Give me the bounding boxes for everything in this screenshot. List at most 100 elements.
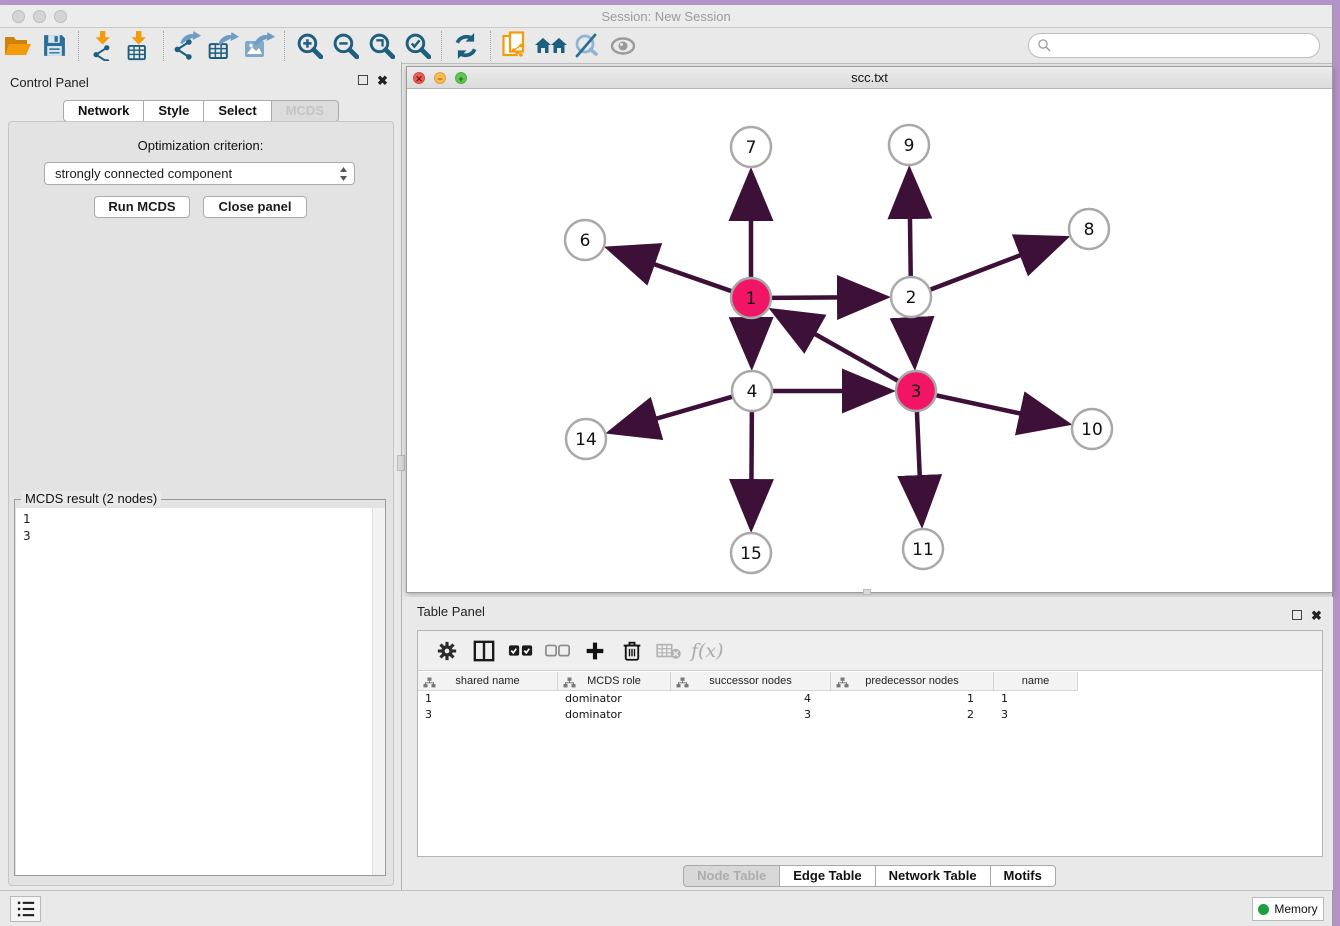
edge-4-14[interactable] [614, 397, 733, 431]
select-all-rows-icon[interactable] [502, 635, 539, 667]
zoom-in-icon[interactable] [291, 30, 327, 62]
show-all-icon[interactable] [605, 30, 641, 62]
clone-network-icon[interactable] [497, 30, 533, 62]
graph-node-7[interactable]: 7 [731, 127, 771, 167]
edge-1-6[interactable] [612, 250, 732, 292]
run-mcds-button[interactable]: Run MCDS [94, 196, 190, 218]
save-session-icon[interactable] [36, 30, 72, 62]
table-tab-motifs[interactable]: Motifs [991, 865, 1056, 887]
column-header-successor-nodes[interactable]: successor nodes [671, 672, 831, 691]
task-list-icon [16, 900, 36, 918]
control-tab-mcds[interactable]: MCDS [272, 100, 339, 122]
table-cell[interactable]: 1 [994, 691, 1078, 707]
edge-3-1[interactable] [776, 312, 898, 381]
toggle-panel-mode-icon[interactable] [465, 635, 502, 667]
float-icon [358, 75, 368, 85]
deselect-all-rows-icon[interactable] [539, 635, 576, 667]
delete-table-icon [650, 635, 687, 667]
column-header-shared-name[interactable]: shared name [418, 672, 558, 691]
table-cell[interactable]: 1 [831, 691, 994, 707]
graph-node-4[interactable]: 4 [732, 371, 772, 411]
result-scrollbar[interactable] [372, 508, 385, 875]
network-resize-handle[interactable] [863, 589, 871, 595]
delete-column-icon[interactable] [613, 635, 650, 667]
table-cell[interactable]: 3 [994, 707, 1078, 723]
control-tab-select[interactable]: Select [204, 100, 271, 122]
table-cell[interactable]: 3 [418, 707, 558, 723]
table-tab-node-table[interactable]: Node Table [683, 865, 780, 887]
table-tab-edge-table[interactable]: Edge Table [780, 865, 875, 887]
table-cell[interactable]: 3 [671, 707, 831, 723]
graph-node-9[interactable]: 9 [889, 125, 929, 165]
network-canvas[interactable]: 7 9 6 8 1 2 4 3 14 10 15 11 [407, 89, 1332, 592]
export-image-icon[interactable] [242, 30, 278, 62]
table-cell[interactable]: dominator [558, 691, 671, 707]
network-window-titlebar[interactable]: ✕ − + scc.txt [407, 67, 1332, 89]
search-input[interactable] [1057, 38, 1307, 53]
criterion-dropdown[interactable]: strongly connected component [44, 162, 355, 185]
table-options-icon[interactable] [428, 635, 465, 667]
mcds-result-line: 1 [23, 511, 385, 528]
network-graph: 7 9 6 8 1 2 4 3 14 10 15 11 [407, 89, 1332, 592]
table-cell[interactable]: 4 [671, 691, 831, 707]
column-header-MCDS-role[interactable]: MCDS role [558, 672, 671, 691]
column-header-name[interactable]: name [994, 672, 1078, 691]
graph-node-14[interactable]: 14 [566, 419, 606, 459]
zoom-fit-icon[interactable] [363, 30, 399, 62]
import-network-icon[interactable] [85, 30, 121, 62]
table-row[interactable]: 3dominator323 [418, 707, 1078, 723]
edge-4-15[interactable] [751, 411, 752, 524]
hide-selected-icon[interactable] [569, 30, 605, 62]
table-cell[interactable]: 1 [418, 691, 558, 707]
table-panel-close-button[interactable]: ✖ [1310, 609, 1323, 622]
table-tab-network-table[interactable]: Network Table [876, 865, 991, 887]
mcds-result-title: MCDS result (2 nodes) [21, 491, 161, 506]
mcds-result-list[interactable]: 13 [16, 508, 385, 875]
search-icon [1037, 38, 1052, 53]
control-panel-close-button[interactable]: ✖ [376, 74, 389, 87]
edge-2-9[interactable] [909, 174, 910, 277]
graph-node-11[interactable]: 11 [903, 529, 943, 569]
graph-node-6[interactable]: 6 [565, 220, 605, 260]
table-cell[interactable]: 2 [831, 707, 994, 723]
control-panel-tabs: NetworkStyleSelectMCDS [0, 100, 402, 122]
graph-node-10[interactable]: 10 [1072, 409, 1112, 449]
edge-3-11[interactable] [917, 411, 922, 520]
open-session-icon[interactable] [0, 30, 36, 62]
zoom-selected-icon[interactable] [399, 30, 435, 62]
graph-node-8[interactable]: 8 [1069, 209, 1109, 249]
control-tab-style[interactable]: Style [144, 100, 204, 122]
import-table-icon[interactable] [121, 30, 157, 62]
memory-button[interactable]: Memory [1252, 897, 1324, 921]
table-cell[interactable]: dominator [558, 707, 671, 723]
search-box[interactable] [1028, 33, 1320, 58]
graph-node-15[interactable]: 15 [731, 533, 771, 573]
graph-node-2[interactable]: 2 [891, 277, 931, 317]
column-header-label: predecessor nodes [865, 675, 959, 687]
node-label: 3 [911, 382, 922, 402]
table-row[interactable]: 1dominator411 [418, 691, 1078, 707]
graph-node-3[interactable]: 3 [896, 371, 936, 411]
refresh-network-icon[interactable] [448, 30, 484, 62]
edge-2-8[interactable] [930, 239, 1062, 290]
zoom-out-icon[interactable] [327, 30, 363, 62]
close-panel-button[interactable]: Close panel [203, 196, 307, 218]
edge-1-2[interactable] [771, 297, 882, 298]
add-column-icon[interactable] [576, 635, 613, 667]
edge-2-3[interactable] [912, 317, 914, 362]
first-neighbors-icon[interactable] [533, 30, 569, 62]
panel-splitter-handle[interactable] [397, 455, 405, 471]
control-tab-network[interactable]: Network [63, 100, 144, 122]
memory-status-icon [1258, 904, 1269, 915]
graph-node-1[interactable]: 1 [731, 278, 771, 318]
node-label: 2 [906, 288, 917, 308]
edge-3-10[interactable] [936, 395, 1064, 423]
node-label: 7 [746, 138, 757, 158]
toolbar-separator [284, 31, 285, 61]
export-table-icon[interactable] [206, 30, 242, 62]
export-network-icon[interactable] [170, 30, 206, 62]
task-history-button[interactable] [10, 896, 41, 922]
table-panel-float-button[interactable] [1290, 609, 1303, 622]
column-header-predecessor-nodes[interactable]: predecessor nodes [831, 672, 994, 691]
control-panel-float-button[interactable] [356, 74, 369, 87]
